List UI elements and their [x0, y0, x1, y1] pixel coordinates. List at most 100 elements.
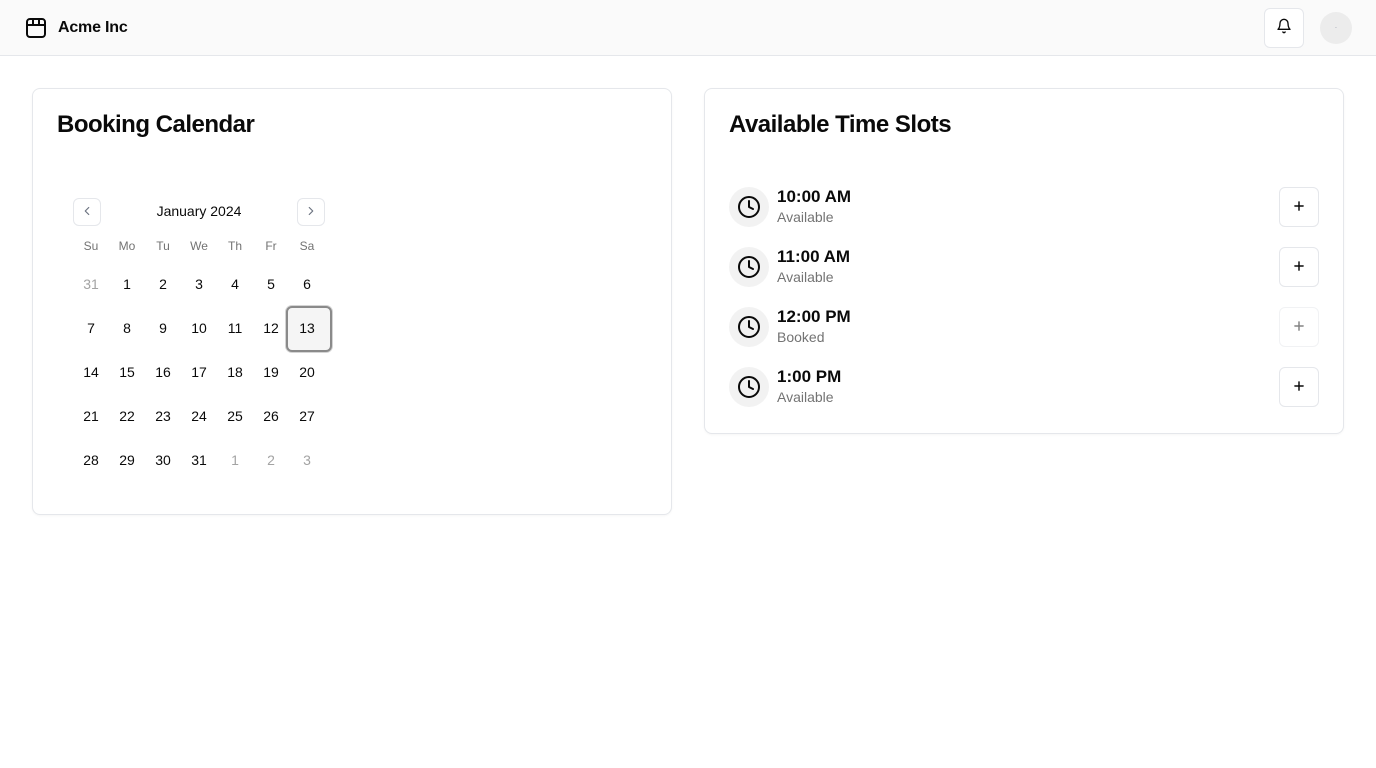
calendar-day-number: 19: [263, 364, 279, 380]
calendar-day-number: 26: [263, 408, 279, 424]
calendar-day[interactable]: 15: [109, 350, 145, 394]
calendar-day-number: 31: [191, 452, 207, 468]
book-slot-button[interactable]: [1279, 187, 1319, 227]
calendar-day-outside[interactable]: 1: [217, 438, 253, 482]
calendar-day-number: 4: [231, 276, 239, 292]
calendar-day[interactable]: 29: [109, 438, 145, 482]
calendar-day[interactable]: 16: [145, 350, 181, 394]
calendar-day[interactable]: 2: [145, 262, 181, 306]
brand[interactable]: Acme Inc: [24, 16, 128, 40]
calendar-day-number: 16: [155, 364, 171, 380]
calendar-day[interactable]: 5: [253, 262, 289, 306]
slot-status: Available: [777, 389, 834, 405]
bell-icon: [1276, 18, 1292, 37]
calendar-day-selected[interactable]: 13: [286, 306, 332, 352]
calendar-day-number: 12: [263, 320, 279, 336]
avatar-fallback: ·: [1334, 23, 1338, 32]
calendar-day[interactable]: 11: [217, 306, 253, 350]
calendar-day-outside[interactable]: 31: [73, 262, 109, 306]
weekday-header-row: Su Mo Tu We Th Fr Sa: [73, 238, 325, 254]
plus-icon: [1292, 379, 1306, 396]
calendar-day[interactable]: 30: [145, 438, 181, 482]
calendar-day-number: 7: [87, 320, 95, 336]
calendar-day-outside[interactable]: 2: [253, 438, 289, 482]
calendar-day[interactable]: 6: [289, 262, 325, 306]
clock-icon: [729, 367, 769, 407]
calendar-day[interactable]: 9: [145, 306, 181, 350]
header-actions: ·: [1264, 7, 1352, 48]
calendar-day-number: 2: [267, 452, 275, 468]
calendar-day[interactable]: 24: [181, 394, 217, 438]
calendar-day[interactable]: 19: [253, 350, 289, 394]
calendar-day[interactable]: 18: [217, 350, 253, 394]
calendar-day[interactable]: 8: [109, 306, 145, 350]
calendar-day-number: 23: [155, 408, 171, 424]
calendar-day[interactable]: 10: [181, 306, 217, 350]
slot-time: 10:00 AM: [777, 187, 852, 206]
calendar-day-number: 31: [83, 276, 99, 292]
calendar-day-number: 25: [227, 408, 243, 424]
calendar-day[interactable]: 3: [181, 262, 217, 306]
package-icon: [24, 16, 48, 40]
calendar-day[interactable]: 14: [73, 350, 109, 394]
weekday-label: Fr: [265, 239, 277, 253]
calendar-day-outside[interactable]: 3: [289, 438, 325, 482]
calendar-day-number: 29: [119, 452, 135, 468]
weekday-label: Mo: [118, 239, 136, 253]
slot-status: Available: [777, 269, 834, 285]
calendar-day-number: 15: [119, 364, 135, 380]
calendar-day[interactable]: 26: [253, 394, 289, 438]
time-slot-list: 10:00 AM Available 11:00 AM Available 12:00 …: [729, 187, 1319, 427]
calendar-day-number: 1: [231, 452, 239, 468]
next-month-button[interactable]: [297, 198, 325, 226]
calendar-day[interactable]: 21: [73, 394, 109, 438]
plus-icon: [1292, 259, 1306, 276]
chevron-right-icon: [304, 204, 318, 221]
calendar-header: January 2024: [73, 196, 325, 226]
calendar-day[interactable]: 23: [145, 394, 181, 438]
calendar-day[interactable]: 20: [289, 350, 325, 394]
weekday-label: We: [190, 239, 208, 253]
calendar-day-number: 22: [119, 408, 135, 424]
clock-icon: [729, 247, 769, 287]
booking-calendar-title: Booking Calendar: [57, 111, 255, 138]
calendar-day-number: 21: [83, 408, 99, 424]
booking-calendar-card: Booking Calendar January 2024 Su Mo Tu W…: [32, 88, 672, 515]
book-slot-button[interactable]: [1279, 307, 1319, 347]
calendar-days-grid: 31 1 2 3 4 5 6 7 8 9 10 11 12 13 14 15 16 17 18 19 20 21 22 23 2…: [73, 262, 332, 482]
weekday-label: Tu: [156, 239, 170, 253]
calendar-day[interactable]: 28: [73, 438, 109, 482]
calendar-day-number: 9: [159, 320, 167, 336]
calendar-day-number: 30: [155, 452, 171, 468]
calendar-day-number: 14: [83, 364, 99, 380]
book-slot-button[interactable]: [1279, 247, 1319, 287]
weekday-label: Su: [83, 239, 99, 253]
calendar-day[interactable]: 27: [289, 394, 325, 438]
plus-icon: [1292, 199, 1306, 216]
calendar-day-number: 5: [267, 276, 275, 292]
calendar-day[interactable]: 12: [253, 306, 289, 350]
brand-name: Acme Inc: [58, 18, 128, 36]
calendar-day[interactable]: 1: [109, 262, 145, 306]
avatar[interactable]: ·: [1320, 11, 1352, 44]
calendar-day-number: 27: [299, 408, 315, 424]
time-slot-row: 1:00 PM Available: [729, 367, 1319, 427]
calendar-day[interactable]: 31: [181, 438, 217, 482]
calendar-day[interactable]: 4: [217, 262, 253, 306]
calendar-day[interactable]: 22: [109, 394, 145, 438]
calendar-day[interactable]: 25: [217, 394, 253, 438]
time-slots-title: Available Time Slots: [729, 111, 952, 138]
calendar-day-number: 3: [303, 452, 311, 468]
notifications-button[interactable]: [1264, 7, 1304, 48]
calendar-day-number: 13: [299, 320, 315, 336]
top-navigation-bar: Acme Inc ·: [0, 0, 1376, 56]
slot-time: 11:00 AM: [777, 247, 851, 266]
slot-status: Booked: [777, 329, 825, 345]
month-label: January 2024: [156, 203, 242, 219]
book-slot-button[interactable]: [1279, 367, 1319, 407]
calendar-day-number: 28: [83, 452, 99, 468]
calendar-day[interactable]: 17: [181, 350, 217, 394]
calendar-day-number: 1: [123, 276, 131, 292]
calendar-day-number: 24: [191, 408, 207, 424]
calendar-day[interactable]: 7: [73, 306, 109, 350]
